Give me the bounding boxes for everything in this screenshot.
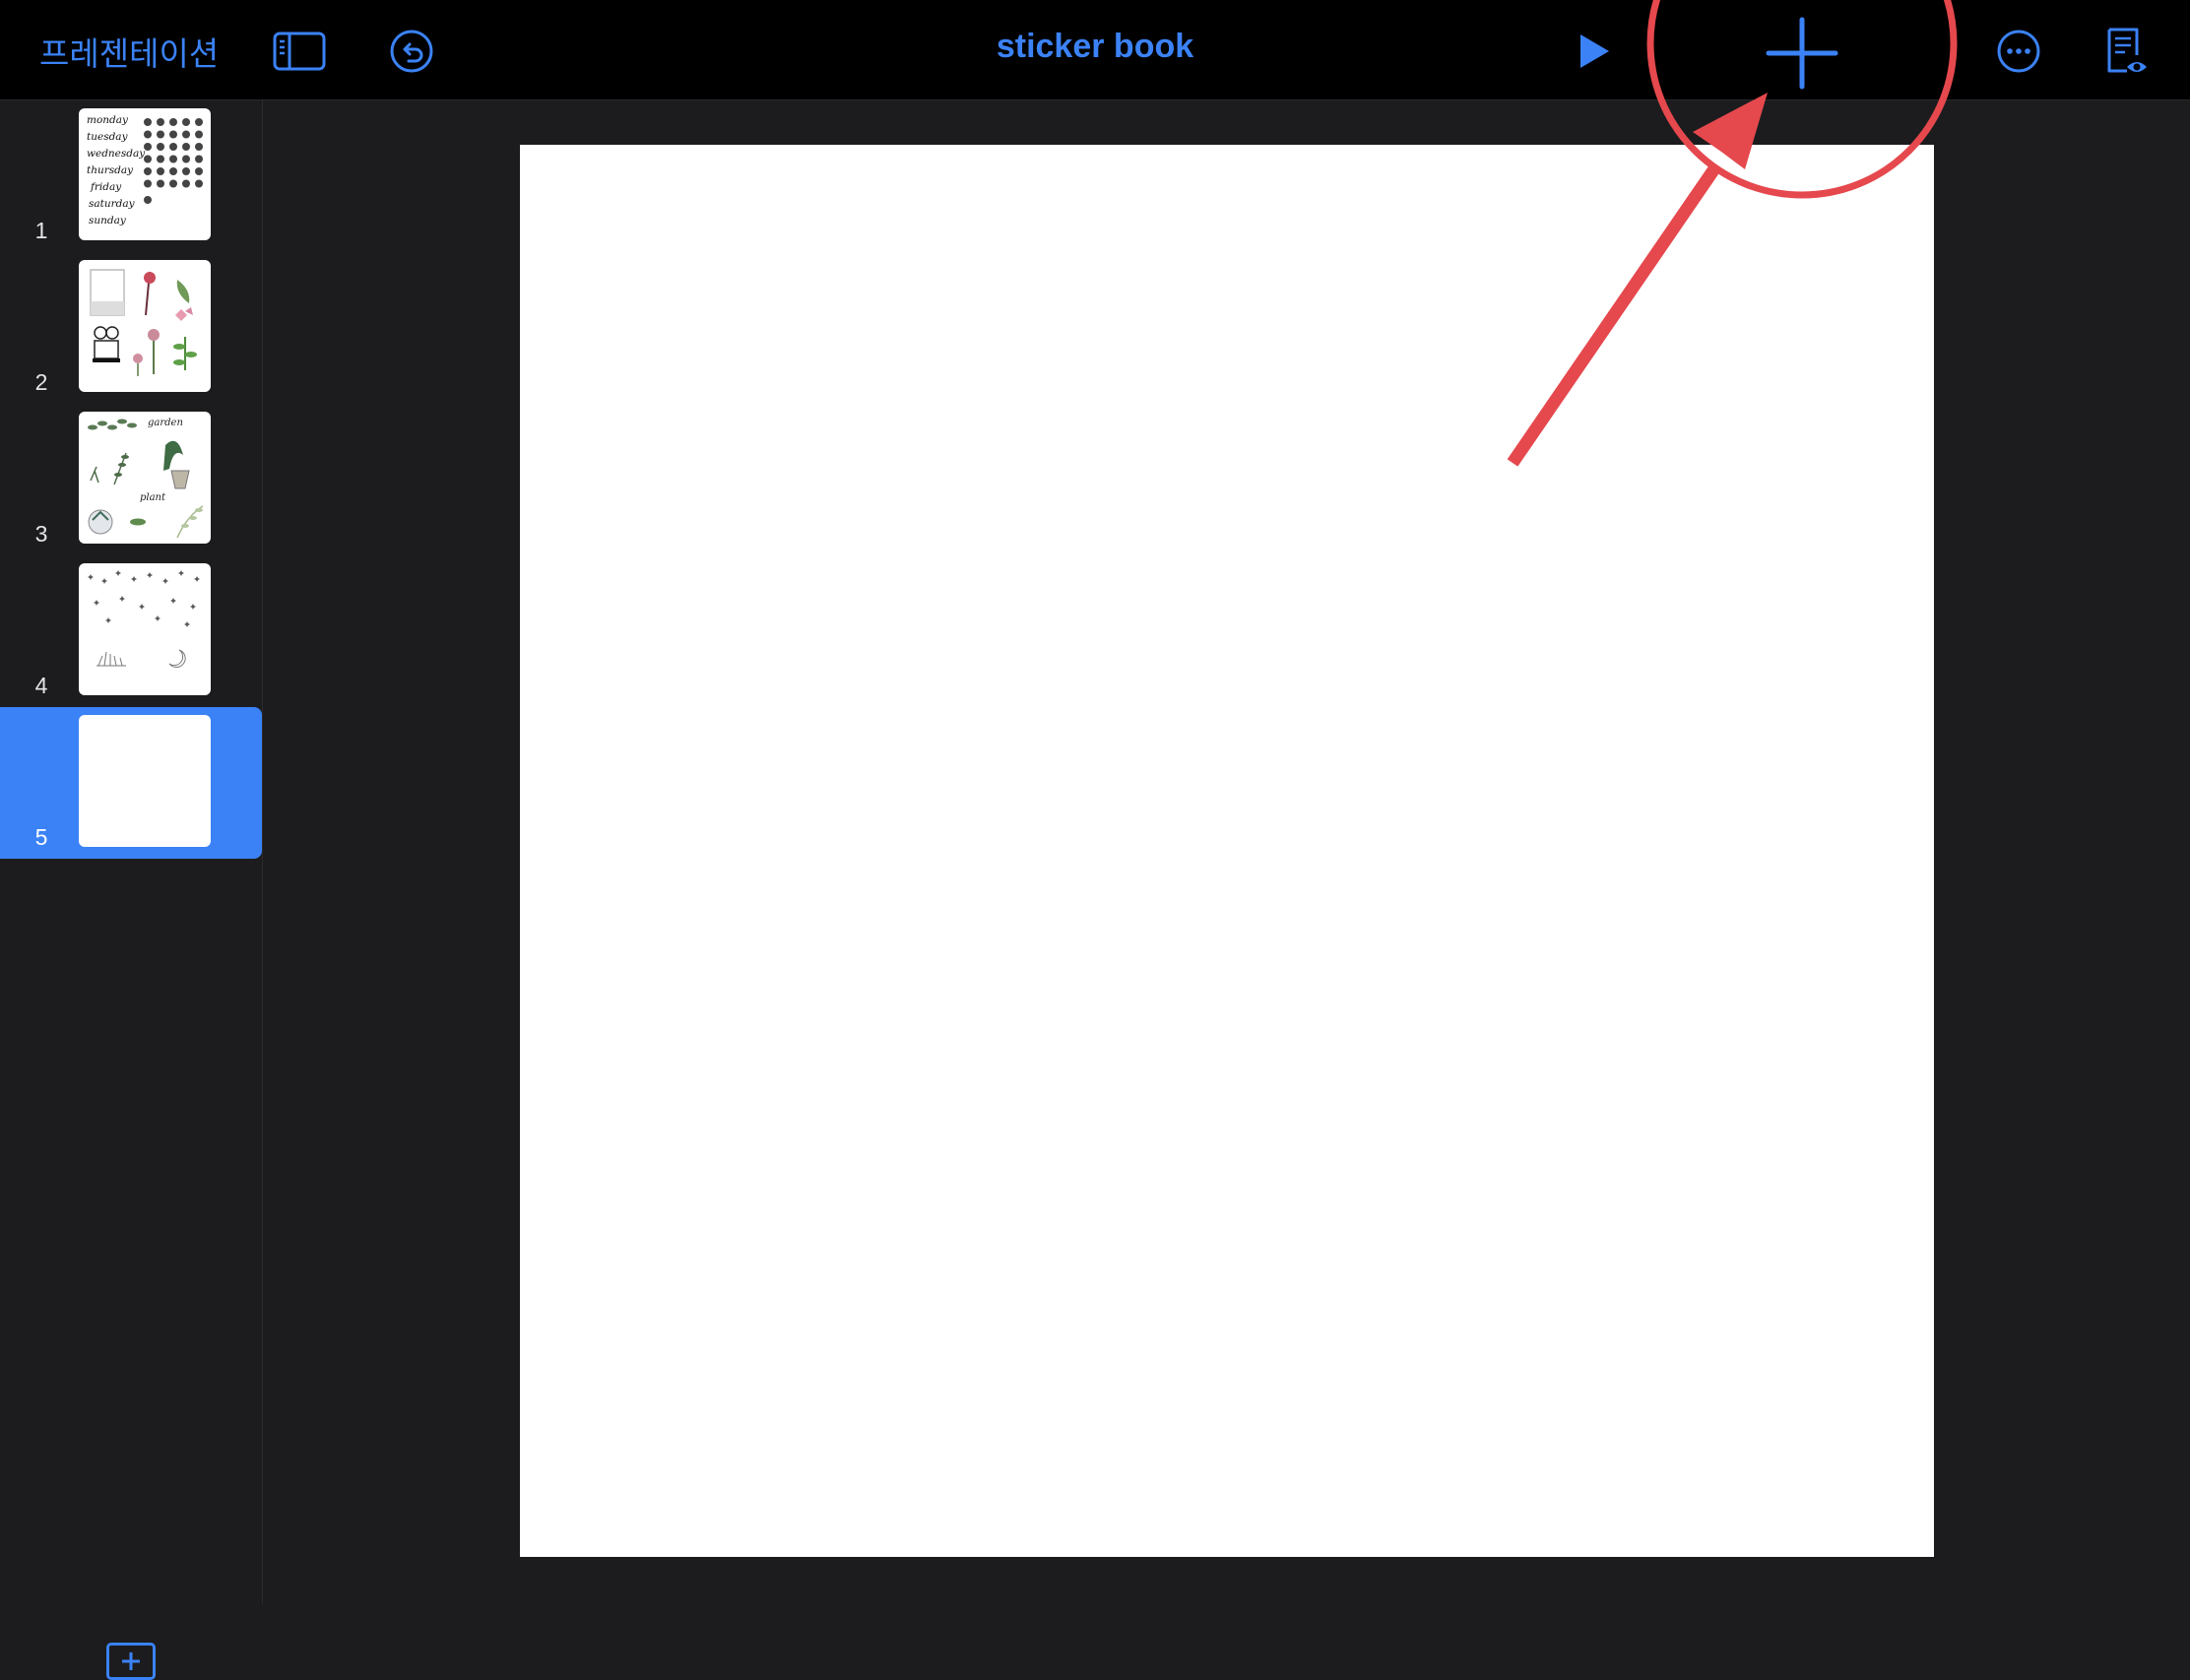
play-icon: [1580, 34, 1609, 68]
slide-preview: garden plant: [79, 412, 211, 544]
thumb-sparkle: [178, 570, 184, 576]
thumb-text: sunday: [89, 215, 127, 226]
thumb-sparkle: [184, 621, 190, 627]
slide-thumbnail-5[interactable]: 5: [0, 707, 262, 859]
thumb-dot: [182, 167, 190, 175]
slide-canvas[interactable]: [520, 145, 1934, 1557]
slide-number: 3: [34, 521, 48, 547]
thumb-dot: [195, 167, 203, 175]
slide-thumbnail-4[interactable]: 4: [0, 555, 262, 707]
thumb-sparkle: [119, 596, 125, 602]
thumb-sparkle: [162, 578, 168, 584]
more-button[interactable]: [1989, 22, 2048, 81]
add-slide-button[interactable]: [106, 1643, 156, 1680]
thumb-dot: [144, 130, 152, 139]
thumb-dot: [169, 118, 177, 126]
slide-preview: [79, 563, 211, 695]
thumb-dot: [157, 179, 164, 188]
thumb-dot: [169, 179, 177, 188]
thumb-dot: [144, 118, 152, 126]
thumb-sparkle: [101, 578, 107, 584]
sidebar-toggle-button[interactable]: [270, 22, 329, 81]
thumb-dot: [157, 143, 164, 151]
thumb-text: friday: [90, 181, 122, 193]
thumb-sparkle: [105, 617, 111, 623]
thumb-dot: [144, 167, 152, 175]
slide-preview: [79, 260, 211, 392]
slide-thumbnail-3[interactable]: 3 garden plant: [0, 404, 262, 555]
thumb-text: monday: [87, 114, 129, 126]
presentations-back-link[interactable]: 프레젠테이션: [39, 28, 219, 75]
more-icon: [1997, 30, 2040, 73]
thumb-dot: [195, 130, 203, 139]
thumb-text: tuesday: [87, 131, 129, 143]
thumb-dot: [195, 118, 203, 126]
plus-icon: [1766, 17, 1838, 90]
thumb-text: saturday: [89, 198, 136, 210]
thumb-text: wednesday: [87, 148, 146, 160]
thumb-dot: [157, 167, 164, 175]
document-title[interactable]: sticker book: [997, 28, 1193, 65]
thumb-dot: [182, 143, 190, 151]
thumb-dot: [157, 155, 164, 163]
slide-number: 5: [34, 824, 48, 850]
thumb-dot: [182, 118, 190, 126]
thumb-text: garden: [148, 418, 183, 428]
thumb-dot: [144, 155, 152, 163]
thumb-dot: [157, 130, 164, 139]
slide-preview: monday tuesday wednesday thursday friday…: [79, 108, 211, 240]
thumb-dot: [169, 155, 177, 163]
thumb-dot: [182, 130, 190, 139]
thumb-sparkle: [94, 600, 99, 606]
thumb-dot: [144, 143, 152, 151]
toolbar: 프레젠테이션 sticker book: [0, 0, 2190, 100]
thumb-sparkle: [190, 604, 196, 610]
thumb-sparkle: [131, 576, 137, 582]
play-button[interactable]: [1564, 22, 1623, 81]
slide-thumbnail-1[interactable]: 1 monday tuesday wednesday thursday frid…: [0, 100, 262, 252]
presenter-notes-button[interactable]: [2097, 22, 2157, 81]
thumb-sparkle: [88, 574, 94, 580]
thumb-dot: [144, 179, 152, 188]
slide-navigator: 1 monday tuesday wednesday thursday frid…: [0, 100, 263, 1680]
thumb-dot: [195, 143, 203, 151]
thumb-dot: [182, 155, 190, 163]
slide-number: 2: [34, 369, 48, 395]
thumb-dot: [182, 179, 190, 188]
plus-icon: [122, 1652, 140, 1670]
thumb-dot: [169, 130, 177, 139]
insert-button[interactable]: [1763, 14, 1841, 93]
slide-number: 4: [34, 673, 48, 698]
thumb-sparkle: [170, 598, 176, 604]
thumb-sparkle: [139, 604, 145, 610]
presenter-notes-icon: [2107, 28, 2147, 73]
thumb-sparkle: [194, 576, 200, 582]
thumb-dot: [169, 143, 177, 151]
slide-number: 1: [34, 218, 48, 243]
thumb-dot: [144, 196, 152, 204]
thumb-dot: [195, 155, 203, 163]
thumb-text: thursday: [87, 164, 134, 176]
thumb-dot: [157, 118, 164, 126]
slide-thumbnail-2[interactable]: 2: [0, 252, 262, 404]
slide-preview: [79, 715, 211, 847]
undo-button[interactable]: [382, 22, 441, 81]
thumb-sparkle: [155, 615, 161, 621]
thumb-sparkle: [147, 572, 153, 578]
thumb-text: plant: [140, 492, 166, 503]
thumb-dot: [169, 167, 177, 175]
undo-icon: [390, 30, 433, 73]
thumb-sparkle: [115, 570, 121, 576]
thumb-dot: [195, 179, 203, 188]
sidebar-toggle-icon: [273, 32, 326, 71]
